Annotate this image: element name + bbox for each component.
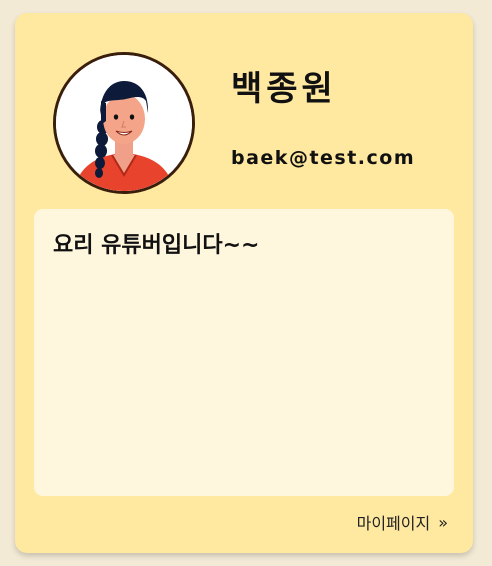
profile-email: baek@test.com (231, 147, 416, 169)
double-chevron-right-icon: » (438, 512, 448, 532)
mypage-link[interactable]: 마이페이지 » (356, 510, 448, 534)
profile-avatar (53, 52, 195, 194)
bio-box: 요리 유튜버입니다~~ (34, 209, 454, 496)
mypage-label: 마이페이지 (356, 514, 431, 533)
profile-card: 백종원 baek@test.com 요리 유튜버입니다~~ 마이페이지 » (15, 13, 473, 553)
bio-text: 요리 유튜버입니다~~ (53, 233, 260, 258)
profile-name: 백종원 (231, 69, 337, 109)
woman-braid-avatar-icon (56, 55, 192, 191)
